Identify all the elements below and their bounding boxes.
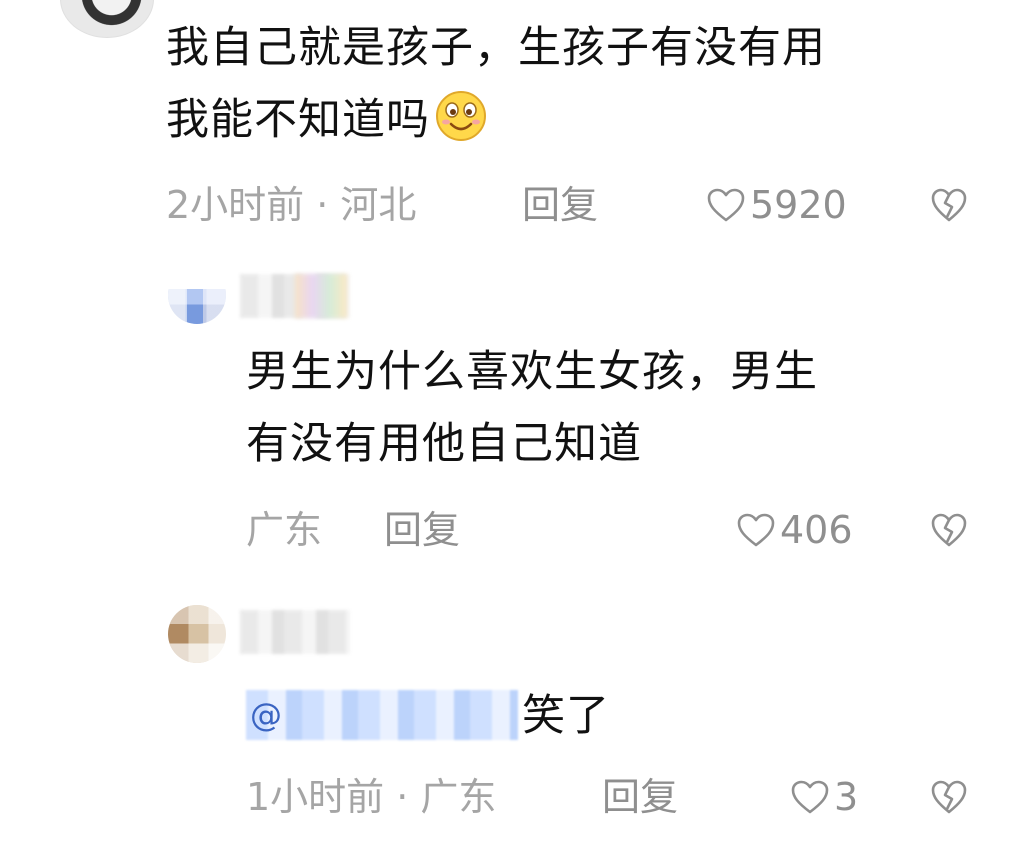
- heart-outline-icon: [791, 780, 829, 814]
- like-count: 3: [834, 775, 859, 819]
- comment-meta: 2小时前 · 河北: [166, 183, 417, 227]
- comment-meta: 1小时前 · 广东: [246, 775, 497, 819]
- heart-outline-icon: [707, 188, 745, 222]
- avatar[interactable]: [168, 605, 226, 663]
- like-button[interactable]: 3: [790, 772, 858, 822]
- broken-heart-icon[interactable]: [930, 187, 968, 223]
- reply-button[interactable]: 回复: [522, 180, 598, 230]
- like-button[interactable]: 5920: [706, 180, 847, 230]
- broken-heart-icon[interactable]: [930, 512, 968, 548]
- mention-blurred[interactable]: [246, 690, 518, 740]
- like-button[interactable]: 406: [736, 505, 853, 555]
- comment-meta: 广东: [246, 508, 323, 552]
- avatar[interactable]: [60, 0, 154, 38]
- avatar[interactable]: [168, 266, 226, 324]
- main-comment-body: 我自己就是孩子，生孩子有没有用 我能不知道吗: [166, 12, 826, 156]
- reply-comment-body: 男生为什么喜欢生女孩，男生 有没有用他自己知道: [246, 336, 818, 480]
- heart-outline-icon: [737, 513, 775, 547]
- like-count: 406: [780, 508, 853, 552]
- comment-text-line: 我能不知道吗: [166, 84, 826, 156]
- comment-text-line: 我自己就是孩子，生孩子有没有用: [166, 23, 826, 73]
- comment-text-line: 有没有用他自己知道: [246, 419, 642, 469]
- mention-at-sign: @: [250, 696, 282, 734]
- like-count: 5920: [750, 183, 847, 227]
- broken-heart-icon[interactable]: [930, 779, 968, 815]
- comment-text-line: 男生为什么喜欢生女孩，男生: [246, 347, 818, 397]
- reply-button[interactable]: 回复: [384, 505, 460, 555]
- username-blurred[interactable]: [240, 610, 350, 654]
- reply-comment-body: 笑了: [522, 691, 610, 741]
- reply-button[interactable]: 回复: [602, 772, 678, 822]
- user-badge-blurred: [295, 274, 347, 318]
- smile-emoji-icon: [436, 91, 486, 141]
- comment-text-fragment: 我能不知道吗: [166, 95, 430, 145]
